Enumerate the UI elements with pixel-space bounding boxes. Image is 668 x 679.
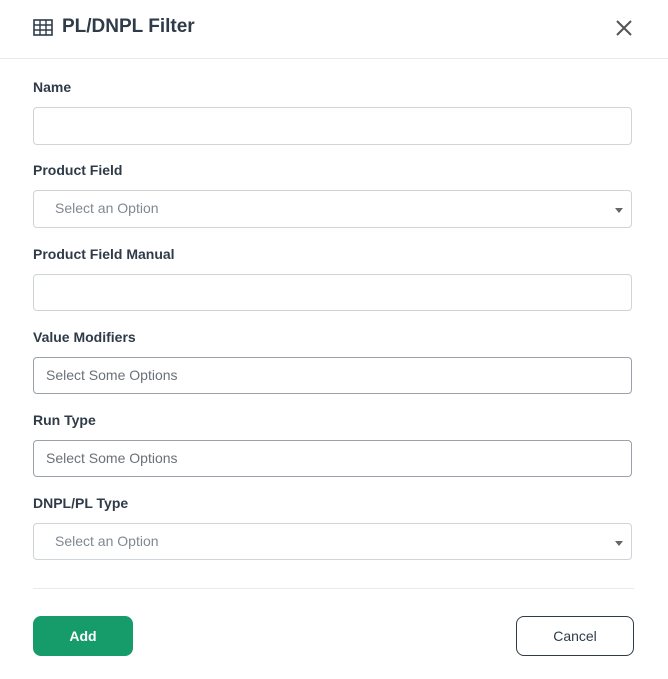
run-type-label: Run Type [33,412,96,428]
product-field-manual-field[interactable] [33,274,632,311]
footer-divider [33,588,634,589]
cancel-button[interactable]: Cancel [516,616,634,656]
modal-title: PL/DNPL Filter [62,16,195,37]
product-field-manual-label: Product Field Manual [33,246,175,262]
modal-header: PL/DNPL Filter [0,0,668,59]
product-field-select[interactable]: Select an Option [33,190,632,228]
dnpl-pl-type-select[interactable]: Select an Option [33,523,632,560]
name-label: Name [33,79,72,95]
run-type-multiselect[interactable]: Select Some Options [33,440,632,477]
dnpl-pl-type-placeholder: Select an Option [55,533,159,549]
product-field-manual-input[interactable] [34,275,631,310]
dnpl-pl-type-label: DNPL/PL Type [33,495,129,511]
product-field-placeholder: Select an Option [55,200,159,216]
table-grid-icon [33,19,53,36]
name-field[interactable] [33,107,632,145]
chevron-down-icon [615,208,623,213]
close-icon[interactable] [612,16,636,40]
name-input[interactable] [34,108,631,144]
chevron-down-icon [615,541,623,546]
add-button[interactable]: Add [33,616,133,656]
value-modifiers-placeholder: Select Some Options [46,367,178,383]
product-field-label: Product Field [33,162,123,178]
run-type-placeholder: Select Some Options [46,450,178,466]
value-modifiers-label: Value Modifiers [33,329,136,345]
value-modifiers-multiselect[interactable]: Select Some Options [33,357,632,394]
